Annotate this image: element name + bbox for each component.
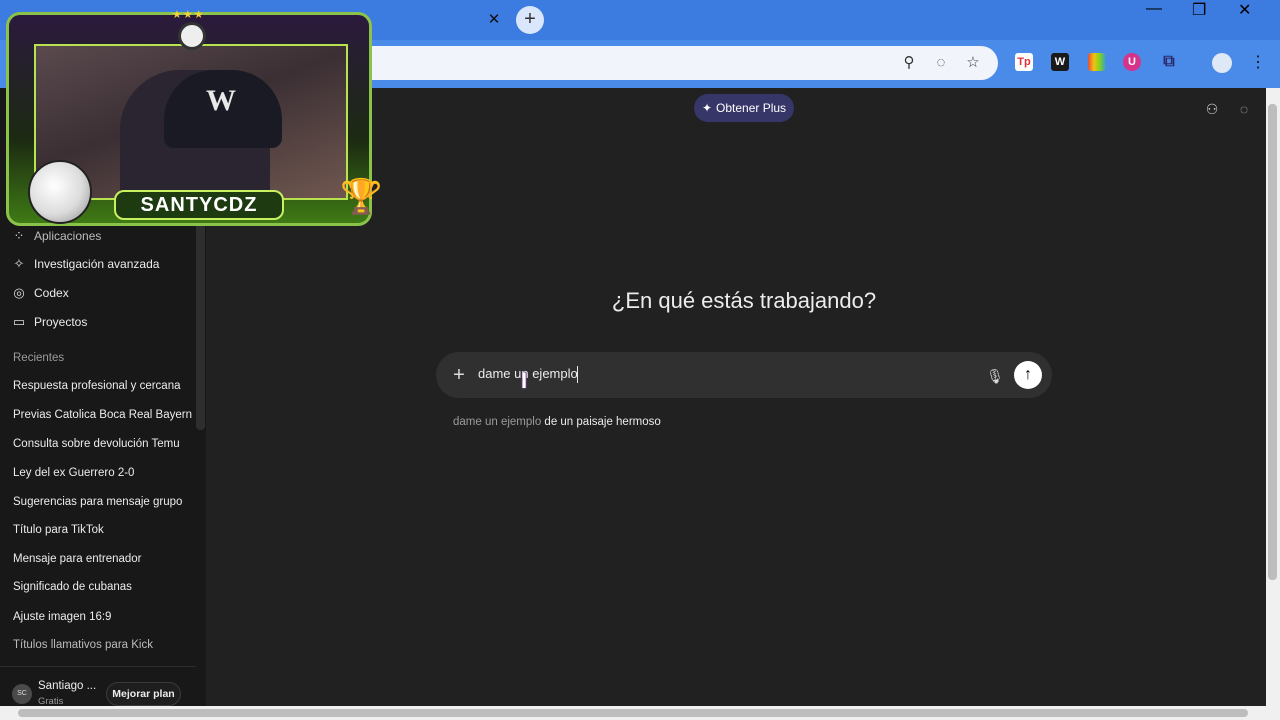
send-button[interactable]: ↑ <box>1014 361 1042 389</box>
telescope-icon: ✧ <box>13 256 25 271</box>
recent-chat-item[interactable]: Respuesta profesional y cercana <box>13 375 193 397</box>
upgrade-plan-button[interactable]: Mejorar plan <box>106 682 181 706</box>
recent-chat-item[interactable]: Títulos llamativos para Kick <box>13 634 193 656</box>
soccer-ball-icon <box>28 160 92 224</box>
plus-icon[interactable]: + <box>450 364 468 386</box>
temporary-chat-icon[interactable]: ◌ <box>1235 100 1253 118</box>
new-tab-button[interactable]: + <box>516 6 544 34</box>
recent-chat-item[interactable]: Título para TikTok <box>13 519 193 541</box>
sidebar-item-label: Proyectos <box>34 315 88 329</box>
recent-chat-item[interactable]: Consulta sobre devolución Temu <box>13 433 193 455</box>
codex-icon: ◎ <box>13 285 25 300</box>
page-title: ¿En qué estás trabajando? <box>611 288 877 313</box>
avatar[interactable]: SC <box>12 684 32 704</box>
sidebar-item-label: Codex <box>34 286 69 300</box>
webcam-overlay: W ★★★ 🏆 SANTYCDZ <box>0 0 386 238</box>
user-name[interactable]: Santiago ... <box>38 680 96 692</box>
minimize-button[interactable]: — <box>1146 0 1162 18</box>
recent-chat-item[interactable]: Sugerencias para mensaje grupo <box>13 491 193 513</box>
recent-chat-item[interactable]: Ajuste imagen 16:9 <box>13 606 193 628</box>
streamer-name: SANTYCDZ <box>114 190 284 220</box>
vertical-scroll-thumb[interactable] <box>1268 104 1277 580</box>
tp-extension-icon[interactable]: Tp <box>1015 53 1033 71</box>
horizontal-scroll-thumb[interactable] <box>18 709 1248 717</box>
puzzle-extension-icon[interactable]: ⧉ <box>1160 53 1178 71</box>
suggestion-completion: de un paisaje hermoso <box>541 416 661 428</box>
sidebar-item-deep-research[interactable]: ✧ Investigación avanzada <box>12 251 160 277</box>
sidebar-divider <box>0 666 196 667</box>
recent-section-title: Recientes <box>13 352 65 364</box>
sidebar-item-codex[interactable]: ◎ Codex <box>12 280 69 306</box>
text-cursor-icon: I <box>521 368 528 393</box>
recent-chat-item[interactable]: Ley del ex Guerrero 2-0 <box>13 462 193 484</box>
u-extension-icon[interactable]: U <box>1123 53 1141 71</box>
profile-avatar[interactable] <box>1212 53 1232 73</box>
suggestion-typed-part: dame un ejemplo <box>453 416 542 428</box>
microphone-icon[interactable]: 🎙 <box>985 366 1005 386</box>
recent-chat-item[interactable]: Significado de cubanas <box>13 576 193 598</box>
sidebar-item-label: Investigación avanzada <box>34 257 160 271</box>
autocomplete-suggestion[interactable]: dame un ejemplo de un paisaje hermoso <box>453 416 661 428</box>
zoom-icon[interactable]: ⚲ <box>898 52 920 74</box>
add-user-icon[interactable]: ⚇ <box>1203 100 1221 118</box>
color-extension-icon[interactable] <box>1088 53 1106 71</box>
tab-close-icon[interactable]: ✕ <box>484 10 504 30</box>
recent-chat-item[interactable]: Mensaje para entrenador <box>13 548 193 570</box>
close-window-button[interactable]: ✕ <box>1238 0 1251 20</box>
sidebar-scrollbar[interactable] <box>196 214 205 430</box>
w-extension-icon[interactable]: W <box>1051 53 1069 71</box>
text-caret <box>577 366 578 383</box>
cap-logo: W <box>206 84 236 117</box>
trophy-icon: 🏆 <box>340 178 383 216</box>
sparkle-icon: ✦ <box>701 101 712 115</box>
restore-button[interactable]: ❐ <box>1192 0 1206 20</box>
folder-icon: ▭ <box>12 314 26 329</box>
stars-icon: ★★★ <box>172 9 205 21</box>
eye-off-icon[interactable]: ◌ <box>930 52 952 74</box>
browser-menu-icon[interactable]: ⋮ <box>1250 52 1266 74</box>
star-icon[interactable]: ☆ <box>962 52 984 74</box>
recent-chat-item[interactable]: Previas Catolica Boca Real Bayern <box>13 404 193 426</box>
sidebar-item-projects[interactable]: ▭ Proyectos <box>12 309 88 335</box>
get-plus-label: Obtener Plus <box>716 101 787 115</box>
get-plus-button[interactable]: ✦ Obtener Plus <box>694 94 794 122</box>
soccer-ball-icon <box>178 22 206 50</box>
